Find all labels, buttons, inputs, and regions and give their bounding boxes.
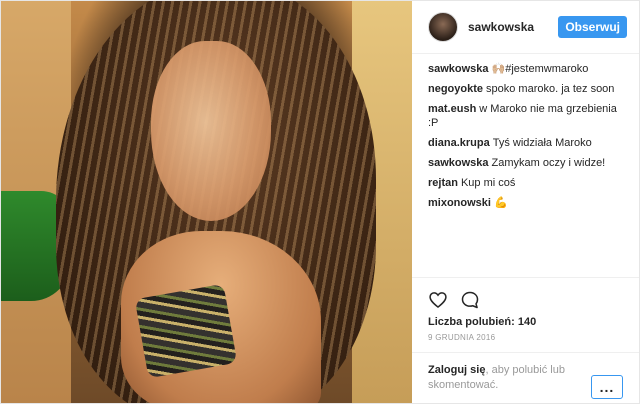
comment-icon[interactable] xyxy=(460,290,480,310)
action-bar xyxy=(412,277,639,314)
comment-author[interactable]: sawkowska xyxy=(428,63,489,75)
comment-item: diana.krupa Tyś widziała Maroko xyxy=(428,136,623,150)
heart-icon[interactable] xyxy=(428,290,448,310)
comment-text: Kup mi coś xyxy=(460,177,516,189)
post-date: 9 grudnia 2016 xyxy=(428,333,496,342)
comment-item: negoyokte spoko maroko. ja tez soon xyxy=(428,82,623,96)
comment-text: Zamykam oczy i widze! xyxy=(491,157,606,169)
header-username[interactable]: sawkowska xyxy=(468,20,558,34)
photo-bracelets xyxy=(134,283,238,379)
comment-text: 💪 xyxy=(493,197,508,209)
post-photo[interactable] xyxy=(1,1,412,403)
comment-text: spoko maroko. ja tez soon xyxy=(486,83,615,95)
login-prompt: Zaloguj się, aby polubić lub skomentować… xyxy=(412,352,639,403)
comment-text: 🙌🏼#jestemwmaroko xyxy=(491,63,589,75)
comment-author[interactable]: mixonowski xyxy=(428,197,491,209)
post-container: sawkowska Obserwuj sawkowska 🙌🏼#jestemwma… xyxy=(0,0,640,404)
comment-item: mixonowski 💪 xyxy=(428,196,623,210)
login-link[interactable]: Zaloguj się xyxy=(428,364,485,376)
comment-item: sawkowska 🙌🏼#jestemwmaroko xyxy=(428,62,623,76)
login-text: Zaloguj się, aby polubić lub skomentować… xyxy=(428,363,591,393)
comment-author[interactable]: negoyokte xyxy=(428,83,483,95)
photo-face xyxy=(151,41,271,221)
comment-item: mat.eush w Maroko nie ma grzebienia :P xyxy=(428,102,623,130)
comment-item: sawkowska Zamykam oczy i widze! xyxy=(428,156,623,170)
comment-author[interactable]: sawkowska xyxy=(428,157,489,169)
comment-author[interactable]: diana.krupa xyxy=(428,137,490,149)
likes-count[interactable]: Liczba polubień: 140 xyxy=(412,314,639,328)
comment-author[interactable]: mat.eush xyxy=(428,103,476,115)
post-side-panel: sawkowska Obserwuj sawkowska 🙌🏼#jestemwma… xyxy=(412,1,639,403)
follow-button[interactable]: Obserwuj xyxy=(558,16,627,38)
post-header: sawkowska Obserwuj xyxy=(412,1,639,54)
avatar[interactable] xyxy=(428,12,458,42)
comments-list: sawkowska 🙌🏼#jestemwmaroko negoyokte spoko… xyxy=(412,54,639,277)
comment-text: Tyś widziała Maroko xyxy=(492,137,592,149)
comment-author[interactable]: rejtan xyxy=(428,177,458,189)
comment-item: rejtan Kup mi coś xyxy=(428,176,623,190)
more-options-icon[interactable]: ... xyxy=(591,375,623,399)
